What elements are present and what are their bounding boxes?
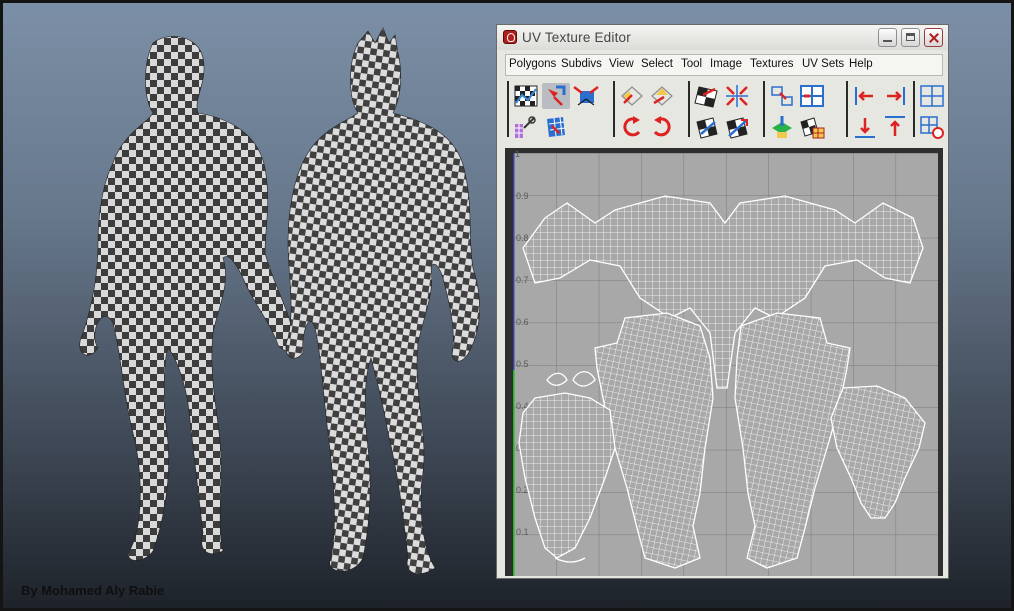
page: By Mohamed Aly Rabie UV Texture Editor P… xyxy=(0,0,1014,611)
v-label: 0.1 xyxy=(516,527,529,537)
toolbar-separator xyxy=(763,81,765,137)
menu-select[interactable]: Select xyxy=(641,58,673,70)
align-top-icon[interactable] xyxy=(881,114,909,140)
v-label: 0.6 xyxy=(516,317,529,327)
menu-help[interactable]: Help xyxy=(849,58,873,70)
menu-subdivs[interactable]: Subdivs xyxy=(561,58,602,70)
toolbar-separator xyxy=(913,81,915,137)
toolbar-separator xyxy=(688,81,690,137)
menu-uv-sets[interactable]: UV Sets xyxy=(802,58,844,70)
maya-app-icon xyxy=(503,30,517,44)
sew-uv-icon[interactable] xyxy=(572,83,600,109)
uv-snapshot-icon[interactable] xyxy=(512,114,540,140)
move-uv-icon[interactable] xyxy=(542,83,570,109)
minimize-button[interactable] xyxy=(878,28,897,47)
flip-v-icon[interactable] xyxy=(648,83,676,109)
close-button[interactable] xyxy=(924,28,943,47)
cut-uv-icon[interactable] xyxy=(768,114,796,140)
uv-texture-editor-window[interactable]: UV Texture Editor Polygons Subdivs View … xyxy=(496,24,949,579)
figure-back-view xyxy=(79,36,297,561)
align-left-icon[interactable] xyxy=(851,83,879,109)
render-viewport xyxy=(79,27,480,575)
uv-editing-panel[interactable]: 1 0.9 0.8 0.7 0.6 0.5 0.4 0.3 0.2 0.1 xyxy=(505,148,943,576)
isolate-icon[interactable] xyxy=(918,114,946,140)
align-uv-icon[interactable] xyxy=(768,83,796,109)
v-label: 0.7 xyxy=(516,275,529,285)
figure-front-view xyxy=(285,27,480,575)
rotate-ccw-icon[interactable] xyxy=(618,114,646,140)
checker-grid-icon[interactable] xyxy=(798,114,826,140)
author-credit: By Mohamed Aly Rabie xyxy=(21,583,165,598)
maximize-button[interactable] xyxy=(901,28,920,47)
unfold-icon[interactable] xyxy=(723,83,751,109)
grid-icon[interactable] xyxy=(918,83,946,109)
toolbar-separator xyxy=(613,81,615,137)
menu-textures[interactable]: Textures xyxy=(750,58,793,70)
uv-canvas[interactable]: 1 0.9 0.8 0.7 0.6 0.5 0.4 0.3 0.2 0.1 xyxy=(505,148,943,576)
v-label: 0.5 xyxy=(516,359,529,369)
title-bar[interactable]: UV Texture Editor xyxy=(497,25,948,50)
v-label: 0.9 xyxy=(516,191,529,201)
rotate-cw-icon[interactable] xyxy=(648,114,676,140)
v-label: 1 xyxy=(515,149,520,159)
menu-view[interactable]: View xyxy=(609,58,634,70)
checker-relax-icon[interactable] xyxy=(693,114,721,140)
toolbar-separator xyxy=(507,81,509,137)
window-title: UV Texture Editor xyxy=(522,30,631,45)
menu-image[interactable]: Image xyxy=(710,58,742,70)
toolbar-separator xyxy=(846,81,848,137)
menu-tool[interactable]: Tool xyxy=(681,58,702,70)
align-right-icon[interactable] xyxy=(881,83,909,109)
select-shell-icon[interactable] xyxy=(542,114,570,140)
flip-u-icon[interactable] xyxy=(618,83,646,109)
grid-snap-icon[interactable] xyxy=(798,83,826,109)
menu-polygons[interactable]: Polygons xyxy=(509,58,556,70)
checker-layout-icon[interactable] xyxy=(693,83,721,109)
align-bottom-icon[interactable] xyxy=(851,114,879,140)
checker-map-icon[interactable] xyxy=(512,83,540,109)
uv-toolbar xyxy=(505,77,946,143)
v-label: 0.8 xyxy=(516,233,529,243)
smooth-uv-icon[interactable] xyxy=(723,114,751,140)
menu-bar: Polygons Subdivs View Select Tool Image … xyxy=(505,54,943,76)
